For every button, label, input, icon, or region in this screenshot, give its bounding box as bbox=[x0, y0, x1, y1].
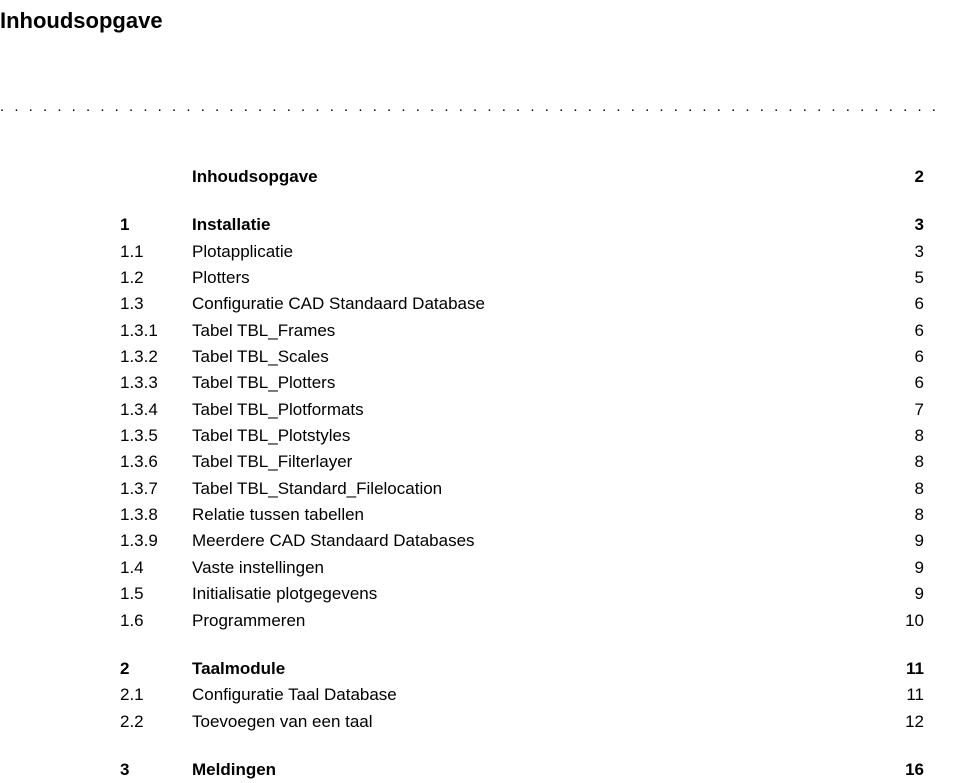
toc-item-page: 8 bbox=[884, 502, 924, 528]
toc-item-num: 1.2 bbox=[120, 265, 192, 291]
toc-item-row: 1.3.1 Tabel TBL_Frames 6 bbox=[120, 318, 924, 344]
toc-section-num: 1 bbox=[120, 212, 192, 238]
toc-section-num: 2 bbox=[120, 656, 192, 682]
toc-self-row: Inhoudsopgave 2 bbox=[120, 164, 924, 190]
toc-item-page: 8 bbox=[884, 449, 924, 475]
toc-item-page: 5 bbox=[884, 265, 924, 291]
toc-section-label: Taalmodule bbox=[192, 656, 884, 682]
toc-item-row: 2.1 Configuratie Taal Database 11 bbox=[120, 682, 924, 708]
toc-item-row: 1.3 Configuratie CAD Standaard Database … bbox=[120, 291, 924, 317]
toc-item-page: 11 bbox=[884, 682, 924, 708]
toc-item-num: 1.3.9 bbox=[120, 528, 192, 554]
toc-item-page: 7 bbox=[884, 397, 924, 423]
toc-item-num: 1.3.6 bbox=[120, 449, 192, 475]
toc-item-label: Vaste instellingen bbox=[192, 555, 884, 581]
toc-item-label: Tabel TBL_Standard_Filelocation bbox=[192, 476, 884, 502]
toc-item-page: 9 bbox=[884, 555, 924, 581]
toc-item-label: Meerdere CAD Standaard Databases bbox=[192, 528, 884, 554]
toc-item-page: 6 bbox=[884, 318, 924, 344]
dotted-divider: . . . . . . . . . . . . . . . . . . . . … bbox=[0, 98, 944, 116]
toc-section-header: 1 Installatie 3 bbox=[120, 212, 924, 238]
toc-item-row: 2.2 Toevoegen van een taal 12 bbox=[120, 709, 924, 735]
toc-item-num: 1.1 bbox=[120, 239, 192, 265]
toc-item-num: 1.3.1 bbox=[120, 318, 192, 344]
toc-item-page: 12 bbox=[884, 709, 924, 735]
toc-item-row: 1.3.2 Tabel TBL_Scales 6 bbox=[120, 344, 924, 370]
toc-item-row: 1.3.6 Tabel TBL_Filterlayer 8 bbox=[120, 449, 924, 475]
toc-item-label: Tabel TBL_Scales bbox=[192, 344, 884, 370]
toc-item-num: 1.3 bbox=[120, 291, 192, 317]
toc-item-label: Plotapplicatie bbox=[192, 239, 884, 265]
toc-section-num: 3 bbox=[120, 757, 192, 783]
toc-item-label: Toevoegen van een taal bbox=[192, 709, 884, 735]
toc-item-page: 6 bbox=[884, 370, 924, 396]
toc-item-num: 2.2 bbox=[120, 709, 192, 735]
toc-item-num: 1.3.5 bbox=[120, 423, 192, 449]
toc-item-label: Plotters bbox=[192, 265, 884, 291]
toc-item-label: Tabel TBL_Plotstyles bbox=[192, 423, 884, 449]
toc-section-header: 3 Meldingen 16 bbox=[120, 757, 924, 783]
toc-item-num: 2.1 bbox=[120, 682, 192, 708]
toc-item-label: Tabel TBL_Filterlayer bbox=[192, 449, 884, 475]
toc-item-label: Tabel TBL_Frames bbox=[192, 318, 884, 344]
toc-item-row: 1.3.5 Tabel TBL_Plotstyles 8 bbox=[120, 423, 924, 449]
toc-item-label: Initialisatie plotgegevens bbox=[192, 581, 884, 607]
toc-item-num: 1.5 bbox=[120, 581, 192, 607]
toc-item-page: 10 bbox=[884, 608, 924, 634]
toc-item-page: 9 bbox=[884, 528, 924, 554]
toc-item-num: 1.3.2 bbox=[120, 344, 192, 370]
toc-item-num: 1.3.8 bbox=[120, 502, 192, 528]
toc-item-num: 1.4 bbox=[120, 555, 192, 581]
toc-item-label: Tabel TBL_Plotformats bbox=[192, 397, 884, 423]
toc-item-row: 1.2 Plotters 5 bbox=[120, 265, 924, 291]
toc-item-page: 9 bbox=[884, 581, 924, 607]
toc-item-label: Programmeren bbox=[192, 608, 884, 634]
toc-section-header: 2 Taalmodule 11 bbox=[120, 656, 924, 682]
toc-item-row: 1.3.3 Tabel TBL_Plotters 6 bbox=[120, 370, 924, 396]
toc-content: Inhoudsopgave 2 1 Installatie 3 1.1 Plot… bbox=[0, 164, 944, 783]
toc-self-page: 2 bbox=[884, 164, 924, 190]
toc-item-row: 1.3.8 Relatie tussen tabellen 8 bbox=[120, 502, 924, 528]
toc-item-row: 1.3.9 Meerdere CAD Standaard Databases 9 bbox=[120, 528, 924, 554]
toc-item-page: 8 bbox=[884, 476, 924, 502]
toc-section-label: Installatie bbox=[192, 212, 884, 238]
toc-item-page: 8 bbox=[884, 423, 924, 449]
toc-item-page: 6 bbox=[884, 344, 924, 370]
toc-item-label: Configuratie Taal Database bbox=[192, 682, 884, 708]
toc-item-row: 1.3.4 Tabel TBL_Plotformats 7 bbox=[120, 397, 924, 423]
toc-item-label: Configuratie CAD Standaard Database bbox=[192, 291, 884, 317]
toc-item-row: 1.3.7 Tabel TBL_Standard_Filelocation 8 bbox=[120, 476, 924, 502]
toc-section-page: 16 bbox=[884, 757, 924, 783]
toc-item-label: Relatie tussen tabellen bbox=[192, 502, 884, 528]
toc-section-page: 11 bbox=[884, 656, 924, 682]
toc-item-row: 1.5 Initialisatie plotgegevens 9 bbox=[120, 581, 924, 607]
toc-item-page: 6 bbox=[884, 291, 924, 317]
toc-item-num: 1.3.4 bbox=[120, 397, 192, 423]
toc-item-row: 1.6 Programmeren 10 bbox=[120, 608, 924, 634]
toc-item-num: 1.3.7 bbox=[120, 476, 192, 502]
toc-self-label: Inhoudsopgave bbox=[120, 164, 884, 190]
toc-section-label: Meldingen bbox=[192, 757, 884, 783]
toc-item-num: 1.6 bbox=[120, 608, 192, 634]
toc-item-row: 1.4 Vaste instellingen 9 bbox=[120, 555, 924, 581]
toc-item-row: 1.1 Plotapplicatie 3 bbox=[120, 239, 924, 265]
toc-item-num: 1.3.3 bbox=[120, 370, 192, 396]
toc-section-page: 3 bbox=[884, 212, 924, 238]
page-title: Inhoudsopgave bbox=[0, 8, 944, 34]
toc-item-label: Tabel TBL_Plotters bbox=[192, 370, 884, 396]
toc-item-page: 3 bbox=[884, 239, 924, 265]
